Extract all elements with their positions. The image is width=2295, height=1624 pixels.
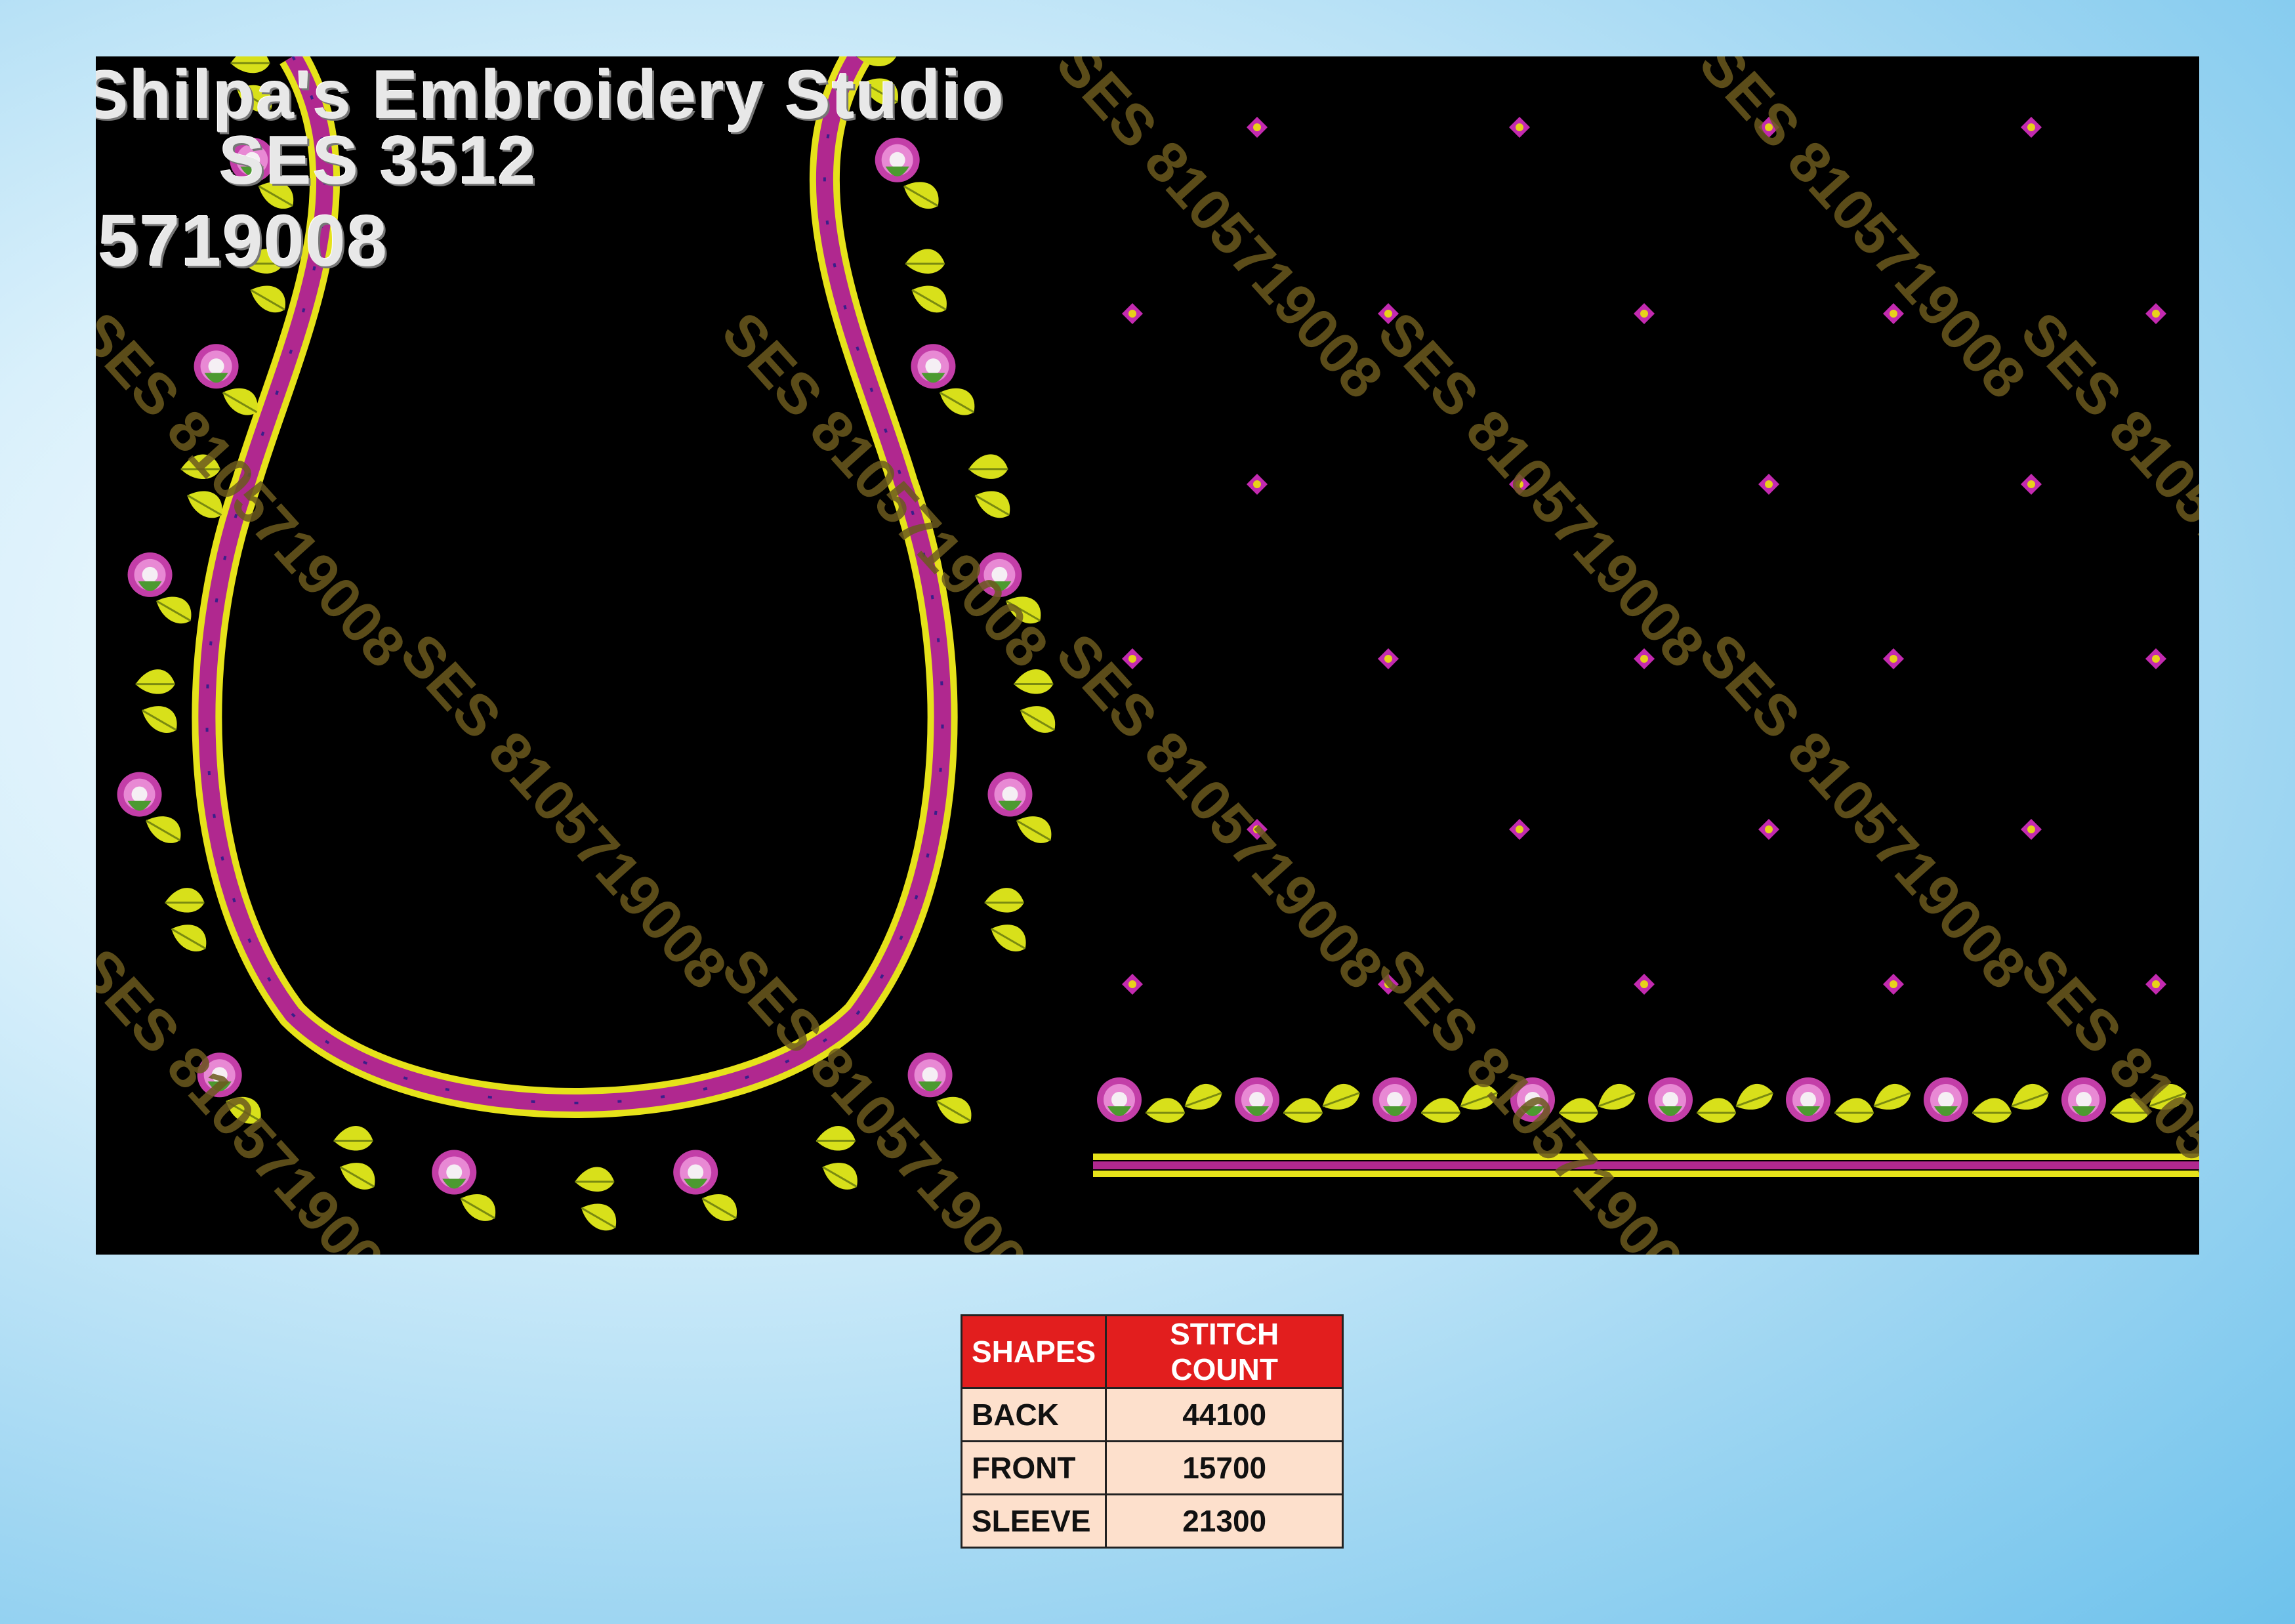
embroidery-motif <box>911 344 983 422</box>
phone-number: 8105719008 <box>96 201 388 281</box>
embroidery-motif <box>163 886 215 959</box>
butti-motif <box>1634 974 1655 995</box>
border-motif <box>1924 1077 2054 1124</box>
border-motif <box>1648 1077 1778 1124</box>
embroidery-motif <box>127 552 199 631</box>
shape-cell: FRONT <box>960 1440 1107 1495</box>
embroidery-motif <box>967 453 1018 525</box>
embroidery-motif <box>573 1166 624 1238</box>
butti-motif <box>1247 474 1268 495</box>
butti-motif <box>2145 974 2166 995</box>
shape-cell: SLEEVE <box>960 1493 1107 1549</box>
embroidery-motif <box>987 772 1060 850</box>
embroidery-motif <box>134 668 185 740</box>
border-motif <box>1235 1077 1365 1124</box>
butti-motif <box>1122 303 1143 324</box>
butti-motif <box>1247 117 1268 138</box>
table-header-row: SHAPES STITCH COUNT <box>960 1314 1344 1389</box>
header-shapes: SHAPES <box>960 1314 1107 1389</box>
header-stitch-count: STITCH COUNT <box>1105 1314 1344 1389</box>
butti-motif <box>1122 974 1143 995</box>
count-cell: 15700 <box>1105 1440 1344 1495</box>
table-row: SLEEVE 21300 <box>960 1493 1344 1549</box>
table-row: FRONT 15700 <box>960 1440 1344 1495</box>
embroidery-motif <box>117 772 189 850</box>
shape-cell: BACK <box>960 1387 1107 1442</box>
butti-motif <box>2021 474 2042 495</box>
border-motif <box>1786 1077 1916 1124</box>
embroidery-motif <box>333 1125 383 1197</box>
count-cell: 44100 <box>1105 1387 1344 1442</box>
butti-motif <box>1634 303 1655 324</box>
embroidery-motif <box>673 1150 745 1228</box>
border-motif <box>1097 1077 1227 1124</box>
butti-motif <box>1883 648 1904 669</box>
design-preview: Shilpa's Embroidery Studio SES 3512 8105… <box>96 56 2199 1255</box>
count-cell: 21300 <box>1105 1493 1344 1549</box>
design-code: SES 3512 <box>218 123 537 199</box>
butti-motif <box>2145 648 2166 669</box>
stitch-count-table: SHAPES STITCH COUNT BACK 44100 FRONT 157… <box>960 1314 1344 1549</box>
butti-motif <box>2021 819 2042 840</box>
table-row: BACK 44100 <box>960 1387 1344 1442</box>
embroidery-motif <box>983 886 1034 959</box>
butti-motif <box>1758 819 1779 840</box>
butti-motif <box>1758 474 1779 495</box>
butti-motif <box>2021 117 2042 138</box>
embroidery-motif <box>904 247 955 320</box>
butti-motif <box>2145 303 2166 324</box>
butti-motif <box>1509 117 1530 138</box>
embroidery-motif <box>1012 668 1064 740</box>
butti-motif <box>1883 974 1904 995</box>
embroidery-motif <box>875 137 947 216</box>
embroidery-motif <box>432 1150 503 1228</box>
butti-motif <box>1509 819 1530 840</box>
butti-motif <box>1378 648 1399 669</box>
